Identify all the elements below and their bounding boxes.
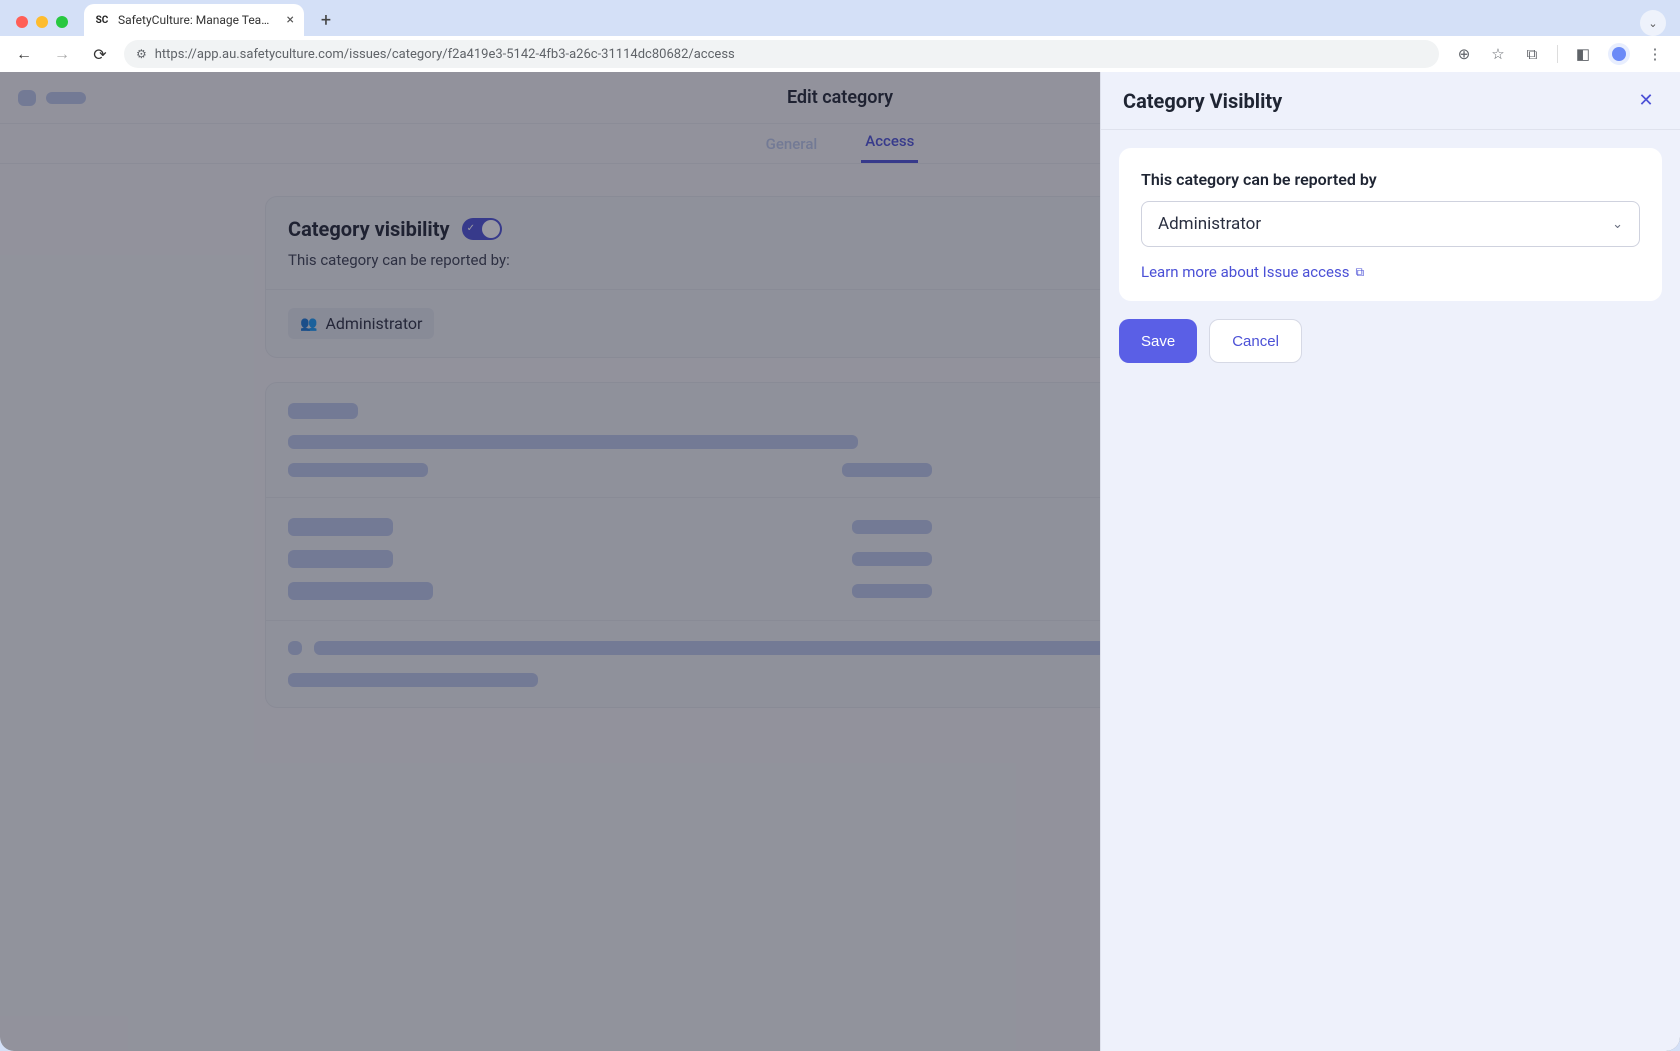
save-button[interactable]: Save xyxy=(1119,319,1197,363)
address-bar-row: ← → ⟳ ⚙ https://app.au.safetyculture.com… xyxy=(0,36,1680,72)
window-close-icon[interactable] xyxy=(16,16,28,28)
window-minimize-icon[interactable] xyxy=(36,16,48,28)
browser-tab[interactable]: SC SafetyCulture: Manage Teams and... × xyxy=(84,4,304,36)
zoom-icon[interactable]: ⊕ xyxy=(1455,45,1473,63)
tabs-dropdown-icon[interactable]: ⌄ xyxy=(1640,10,1666,36)
panel-actions: Save Cancel xyxy=(1119,319,1662,363)
extensions-icon[interactable]: ⧉ xyxy=(1523,45,1541,63)
select-value: Administrator xyxy=(1158,214,1261,234)
external-link-icon: ⧉ xyxy=(1355,265,1364,280)
panel-card: This category can be reported by Adminis… xyxy=(1119,148,1662,301)
learn-more-text: Learn more about Issue access xyxy=(1141,263,1349,281)
chrome-actions: ⊕ ☆ ⧉ ◧ ⋮ xyxy=(1449,43,1670,65)
tab-favicon-icon: SC xyxy=(94,12,110,28)
app-shell: Edit category General Access Category vi… xyxy=(0,72,1680,1051)
nav-back-button[interactable]: ← xyxy=(10,40,38,68)
window-controls xyxy=(12,16,76,36)
close-icon: ✕ xyxy=(1638,90,1653,111)
address-bar[interactable]: ⚙ https://app.au.safetyculture.com/issue… xyxy=(124,40,1439,68)
profile-avatar[interactable] xyxy=(1608,43,1630,65)
panel-header: Category Visiblity ✕ xyxy=(1101,72,1680,130)
tab-title: SafetyCulture: Manage Teams and... xyxy=(118,13,279,27)
site-settings-icon[interactable]: ⚙ xyxy=(136,47,147,61)
category-visibility-panel: Category Visiblity ✕ This category can b… xyxy=(1100,72,1680,1051)
nav-forward-button[interactable]: → xyxy=(48,40,76,68)
panel-body: This category can be reported by Adminis… xyxy=(1101,130,1680,381)
kebab-menu-icon[interactable]: ⋮ xyxy=(1646,45,1664,63)
bookmark-icon[interactable]: ☆ xyxy=(1489,45,1507,63)
reported-by-label: This category can be reported by xyxy=(1141,170,1640,189)
chevron-down-icon: ⌄ xyxy=(1612,217,1623,232)
browser-chrome: SC SafetyCulture: Manage Teams and... × … xyxy=(0,0,1680,72)
separator xyxy=(1557,45,1558,63)
tab-bar: SC SafetyCulture: Manage Teams and... × … xyxy=(0,0,1680,36)
window-maximize-icon[interactable] xyxy=(56,16,68,28)
learn-more-link[interactable]: Learn more about Issue access ⧉ xyxy=(1141,263,1364,281)
reported-by-select[interactable]: Administrator ⌄ xyxy=(1141,201,1640,247)
nav-reload-button[interactable]: ⟳ xyxy=(86,40,114,68)
url-text: https://app.au.safetyculture.com/issues/… xyxy=(155,47,1427,62)
panel-close-button[interactable]: ✕ xyxy=(1634,89,1658,113)
cancel-button[interactable]: Cancel xyxy=(1209,319,1302,363)
new-tab-button[interactable]: + xyxy=(312,6,340,34)
panel-title: Category Visiblity xyxy=(1123,89,1282,113)
tab-close-icon[interactable]: × xyxy=(287,12,294,28)
sidepanel-icon[interactable]: ◧ xyxy=(1574,45,1592,63)
